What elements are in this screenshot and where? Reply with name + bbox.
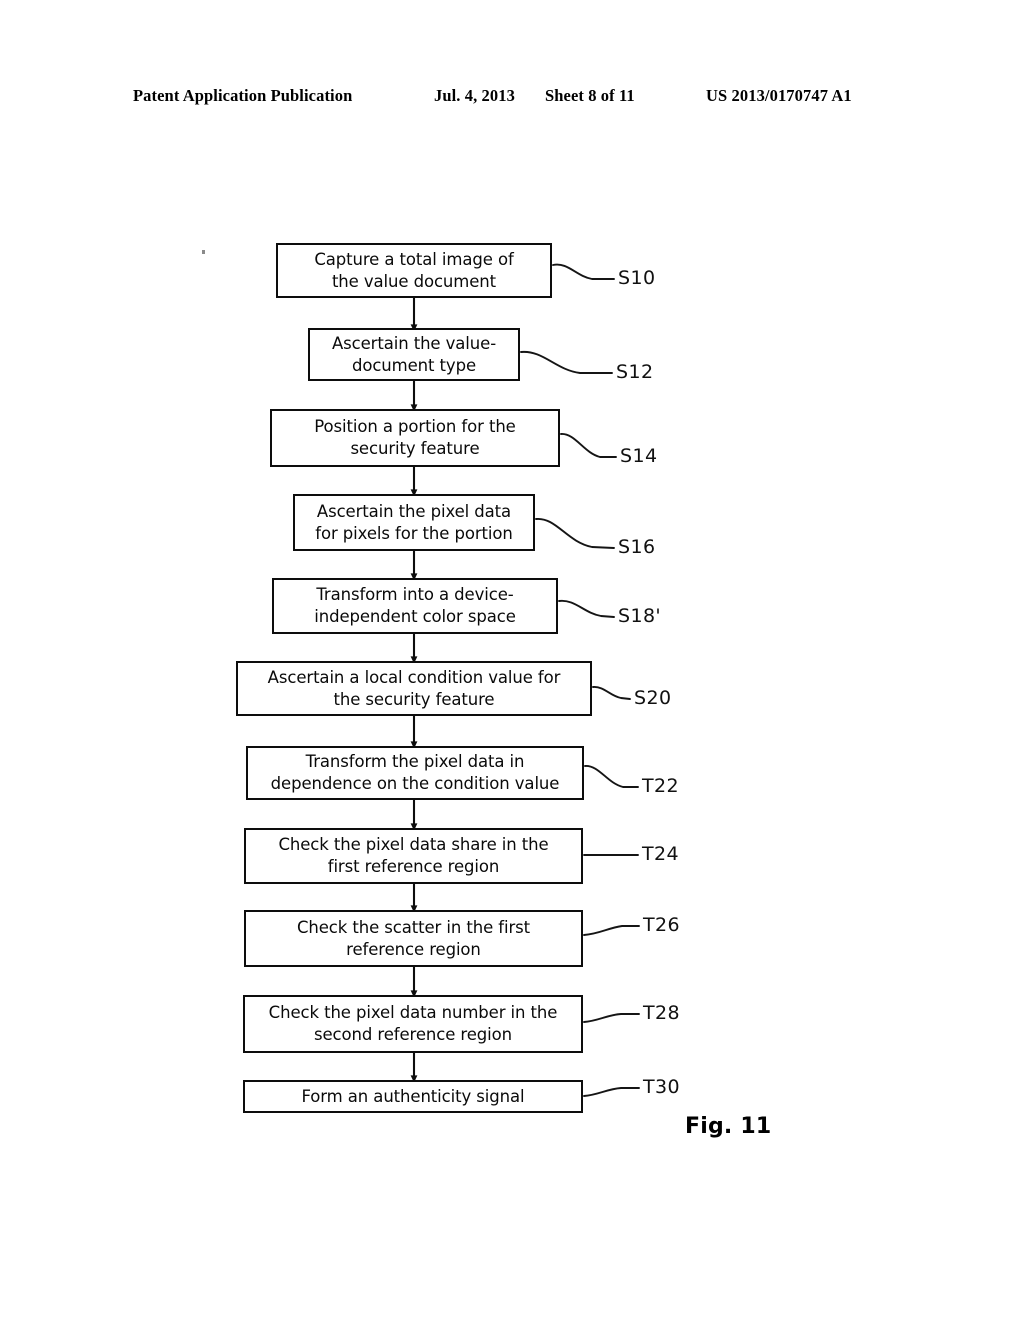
step-label-s18: S18'	[618, 605, 662, 627]
step-label-s20: S20	[634, 687, 672, 709]
step-label-s12: S12	[616, 361, 654, 383]
step-label-t24: T24	[642, 843, 679, 865]
step-label-t28: T28	[643, 1002, 680, 1024]
flow-node-t22-line2: dependence on the condition value	[270, 774, 560, 793]
flow-node-t26-line2: reference region	[346, 939, 481, 959]
flow-node-t28-line1: Check the pixel data number in the	[268, 1003, 558, 1023]
flow-node-s16-line1: Ascertain the pixel data	[316, 501, 512, 521]
scan-artifact-speck	[202, 250, 205, 254]
flowchart-figure: Capture a total image of the value docum…	[0, 0, 1024, 1320]
step-label-s10: S10	[618, 267, 656, 289]
leader-s16	[535, 518, 615, 549]
flow-node-t26[interactable]: Check the scatter in the first reference…	[244, 910, 583, 967]
flow-node-s20[interactable]: Ascertain a local condition value for th…	[236, 661, 592, 716]
flow-node-s18-line2: independent color space	[314, 607, 516, 626]
flowchart-connectors	[410, 298, 418, 1083]
flow-node-t26-line1: Check the scatter in the first	[296, 917, 531, 937]
flow-node-s14-line2: security feature	[350, 439, 480, 458]
flow-node-s10[interactable]: Capture a total image of the value docum…	[276, 243, 552, 298]
flow-node-s18-line1: Transform into a device-	[316, 585, 514, 605]
flow-node-t24[interactable]: Check the pixel data share in the first …	[244, 828, 583, 884]
flow-node-s20-line1: Ascertain a local condition value for	[267, 667, 561, 687]
step-label-t22: T22	[642, 775, 679, 797]
flow-node-t22-line1: Transform the pixel data in	[305, 752, 525, 772]
flow-node-s18[interactable]: Transform into a device- independent col…	[272, 578, 558, 634]
step-label-s16: S16	[618, 536, 656, 558]
leader-s10	[552, 263, 615, 280]
figure-caption: Fig. 11	[685, 1114, 772, 1139]
flowchart-leader-lines	[520, 263, 640, 1097]
step-label-t26: T26	[643, 914, 680, 936]
leader-t22	[584, 765, 639, 788]
flow-node-s12-line1: Ascertain the value-	[331, 333, 497, 353]
flow-node-t28[interactable]: Check the pixel data number in the secon…	[243, 995, 583, 1053]
step-label-t30: T30	[643, 1076, 680, 1098]
leader-s12	[520, 351, 613, 374]
leader-s20	[592, 686, 631, 700]
step-label-s14: S14	[620, 445, 658, 467]
flow-node-s14-line1: Position a portion for the	[314, 417, 516, 437]
flow-node-s16-line2: for pixels for the portion	[315, 523, 513, 543]
flow-node-t24-line1: Check the pixel data share in the	[278, 835, 549, 855]
flow-node-s12-line2: document type	[351, 355, 477, 375]
flow-node-s14[interactable]: Position a portion for the security feat…	[270, 409, 560, 467]
leader-t28	[583, 1013, 640, 1023]
flow-node-t30-line1: Form an authenticity signal	[301, 1086, 525, 1106]
flow-node-s20-line2: the security feature	[333, 689, 495, 709]
flow-node-t22[interactable]: Transform the pixel data in dependence o…	[246, 746, 584, 800]
leader-s14	[560, 433, 617, 458]
flow-node-t28-line2: second reference region	[313, 1025, 512, 1044]
flow-node-s16[interactable]: Ascertain the pixel data for pixels for …	[293, 494, 535, 551]
leader-t26	[583, 925, 640, 936]
flow-node-t24-line2: first reference region	[327, 857, 500, 876]
flow-node-s12[interactable]: Ascertain the value- document type	[308, 328, 520, 381]
flow-node-s10-line1: Capture a total image of	[314, 249, 514, 269]
leader-s18	[558, 599, 615, 618]
flow-node-t30[interactable]: Form an authenticity signal	[243, 1080, 583, 1113]
flow-node-s10-line2: the value document	[331, 271, 497, 291]
leader-t30	[583, 1087, 640, 1097]
